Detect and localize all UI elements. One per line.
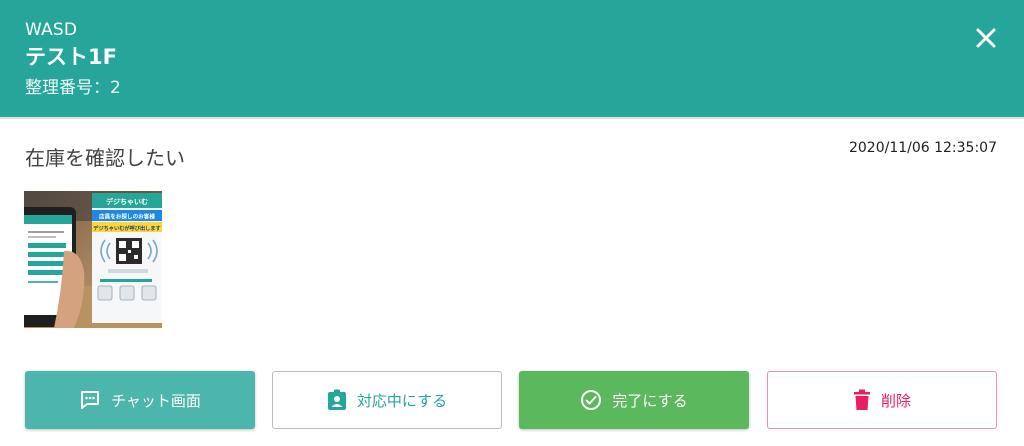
pop-headline-1: 店員をお探しのお客様	[98, 213, 155, 221]
mark-in-progress-button[interactable]: 対応中にする	[272, 371, 502, 429]
delete-button-label: 削除	[880, 391, 911, 410]
chat-button[interactable]: チャット画面	[25, 371, 255, 429]
pop-card: デジちゃいむ 店員をお探しのお客様 デジちゃいむが呼び出します	[92, 193, 162, 323]
request-timestamp: 2020/11/06 12:35:07	[848, 140, 997, 156]
chat-button-label: チャット画面	[111, 391, 201, 410]
store-name: WASD	[25, 20, 78, 40]
table-name: テスト1F	[25, 45, 117, 69]
staff-badge-icon	[327, 389, 347, 411]
chat-icon	[79, 389, 101, 411]
check-circle-icon	[580, 389, 602, 411]
pop-brand: デジちゃいむ	[106, 197, 148, 206]
request-message: 在庫を確認したい	[25, 146, 185, 170]
pop-headline-2: デジちゃいむが呼び出します	[93, 224, 160, 232]
mark-complete-button[interactable]: 完了にする	[519, 371, 749, 429]
attached-photo[interactable]: デジちゃいむ 店員をお探しのお客様 デジちゃいむが呼び出します	[24, 191, 162, 328]
mark-in-progress-label: 対応中にする	[356, 391, 448, 410]
trash-icon	[853, 389, 871, 411]
photo-illustration: デジちゃいむ 店員をお探しのお客様 デジちゃいむが呼び出します	[24, 191, 162, 328]
delete-button[interactable]: 削除	[767, 371, 997, 429]
close-button[interactable]	[968, 20, 1004, 56]
modal-header: WASD テスト1F 整理番号：2	[0, 0, 1024, 119]
reference-number: 整理番号：2	[25, 78, 121, 98]
close-icon	[976, 28, 996, 48]
mark-complete-label: 完了にする	[612, 391, 688, 410]
